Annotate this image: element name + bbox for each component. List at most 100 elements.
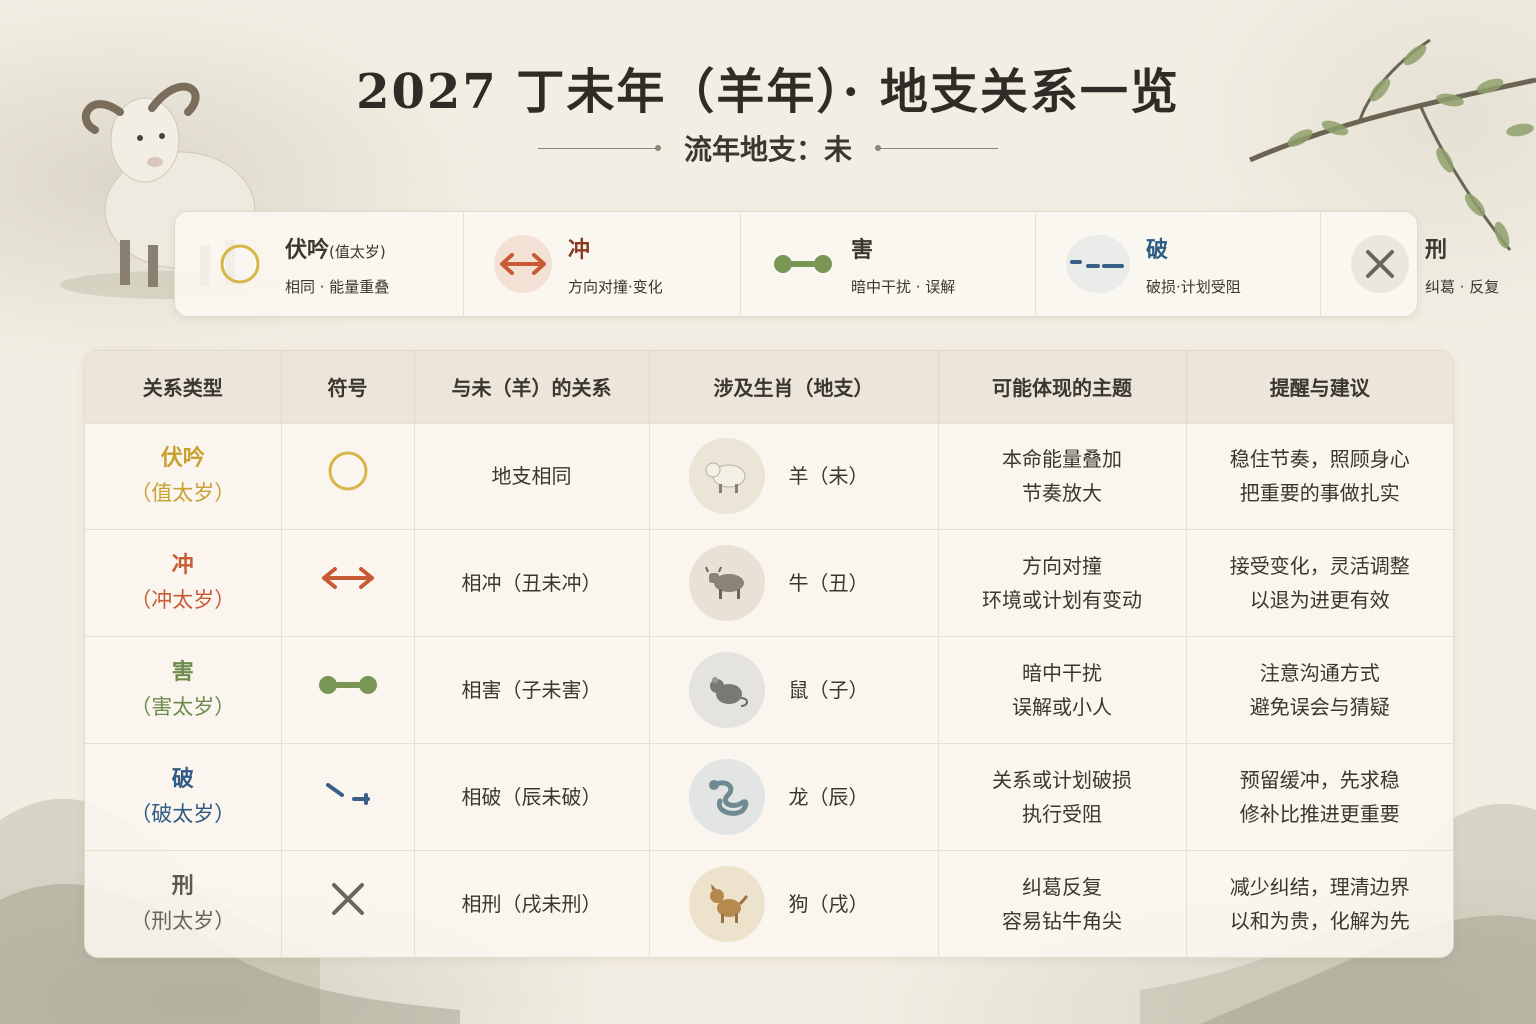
theme-line: 环境或计划有变动: [982, 588, 1142, 613]
dumbbell-icon: [771, 235, 835, 293]
advice-cell: 预留缓冲，先求稳 修补比推进更重要: [1186, 742, 1453, 851]
type-sub: （破太岁）: [130, 801, 236, 826]
advice-line: 预留缓冲，先求稳: [1239, 767, 1400, 792]
zodiac-label: 狗（戌）: [788, 891, 869, 916]
symbol-cell: [281, 529, 415, 637]
relation-table-card: 关系类型 符号 与未（羊）的关系 涉及生肖（地支） 可能体现的主题 提醒与建议 …: [84, 350, 1454, 958]
theme-cell: 方向对撞 环境或计划有变动: [938, 529, 1187, 637]
theme-line: 关系或计划破损: [992, 767, 1132, 792]
table-row: 刑 （刑太岁） 相刑（戌未刑） 狗（戌） 纠葛反复 容易钻牛角尖 减少纠结，理清…: [85, 849, 1453, 957]
type-sub: （害太岁）: [130, 694, 236, 719]
advice-line: 接受变化，灵活调整: [1229, 554, 1410, 579]
theme-cell: 纠葛反复 容易钻牛角尖: [938, 849, 1187, 957]
theme-line: 容易钻牛角尖: [1002, 908, 1122, 933]
theme-line: 纠葛反复: [1022, 874, 1102, 899]
symbol-cell: [281, 422, 415, 530]
legend-desc: 纠葛 · 反复: [1425, 277, 1500, 296]
theme-line: 暗中干扰: [1022, 660, 1102, 685]
zodiac-cell: 羊（未）: [649, 422, 939, 530]
symbol-cell: [281, 636, 415, 744]
column-header: 提醒与建议: [1269, 376, 1370, 401]
cross-icon: [1351, 235, 1409, 293]
sheep-icon: [688, 438, 765, 515]
relation-table: 关系类型 符号 与未（羊）的关系 涉及生肖（地支） 可能体现的主题 提醒与建议 …: [85, 351, 1453, 957]
theme-line: 误解或小人: [1012, 694, 1112, 719]
column-header: 可能体现的主题: [938, 351, 1187, 423]
advice-line: 以和为贵，化解为先: [1229, 908, 1410, 933]
legend-item-xing: 刑 纠葛 · 反复: [1320, 212, 1499, 316]
relation-cell: 地支相同: [414, 422, 650, 530]
circle-icon: [328, 451, 367, 491]
zodiac-label: 鼠（子）: [788, 677, 869, 702]
broken-line-icon: [325, 782, 370, 805]
double-arrow-icon: [494, 235, 552, 293]
advice-line: 减少纠结，理清边界: [1229, 874, 1410, 899]
theme-cell: 暗中干扰 误解或小人: [938, 636, 1187, 744]
legend-name: 破: [1146, 237, 1169, 263]
advice-cell: 稳住节奏，照顾身心 把重要的事做扎实: [1186, 422, 1453, 530]
cross-icon: [331, 882, 364, 915]
advice-line: 以退为进更有效: [1249, 588, 1390, 613]
theme-cell: 本命能量叠加 节奏放大: [938, 422, 1187, 530]
advice-line: 修补比推进更重要: [1239, 801, 1400, 826]
advice-line: 避免误会与猜疑: [1249, 694, 1390, 719]
type-name: 伏吟: [160, 446, 205, 472]
double-arrow-icon: [321, 567, 374, 590]
legend-item-chong: 冲 方向对撞·变化: [463, 212, 740, 316]
ox-icon: [688, 545, 765, 622]
zodiac-cell: 狗（戌）: [649, 849, 939, 957]
type-cell: 伏吟 （值太岁）: [85, 422, 282, 530]
subtitle-row: 流年地支：未: [0, 128, 1536, 168]
column-header: 涉及生肖（地支）: [649, 351, 939, 423]
theme-cell: 关系或计划破损 执行受阻: [938, 742, 1187, 851]
circle-icon: [211, 235, 269, 293]
type-sub: （冲太岁）: [130, 588, 236, 613]
legend-name: 刑: [1425, 237, 1448, 263]
relation-cell: 相冲（丑未冲）: [414, 529, 650, 637]
legend-item-fuyin: 伏吟(值太岁) 相同 · 能量重叠: [175, 212, 463, 316]
zodiac-cell: 龙（辰）: [649, 742, 939, 851]
legend-name: 害: [851, 237, 874, 263]
legend-desc: 方向对撞·变化: [568, 277, 663, 296]
legend-desc: 相同 · 能量重叠: [285, 277, 390, 296]
table-row: 伏吟 （值太岁） 地支相同 羊（未） 本命能量叠加 节奏放大 稳住节奏，照顾身心…: [85, 422, 1453, 530]
type-sub: （值太岁）: [130, 481, 236, 506]
zodiac-label: 牛（丑）: [788, 571, 869, 596]
legend-panel: 伏吟(值太岁) 相同 · 能量重叠 冲 方向对撞·变化 害 暗中干扰 · 误解 …: [174, 211, 1499, 317]
theme-line: 节奏放大: [1022, 481, 1102, 506]
rat-icon: [688, 651, 765, 728]
dragon-icon: [688, 758, 765, 835]
legend-desc: 破损·计划受阻: [1146, 277, 1241, 296]
column-header: 关系类型: [85, 351, 282, 423]
legend-name: 冲: [568, 237, 591, 263]
zodiac-cell: 鼠（子）: [649, 636, 939, 744]
advice-line: 把重要的事做扎实: [1239, 481, 1400, 506]
theme-line: 执行受阻: [1022, 801, 1102, 826]
type-name: 刑: [171, 873, 194, 899]
column-header: 符号: [281, 351, 415, 423]
page-title: 2027 丁未年（羊年）· 地支关系一览: [356, 64, 1180, 120]
symbol-cell: [281, 849, 415, 957]
legend-desc: 暗中干扰 · 误解: [851, 277, 956, 296]
divider-left: [537, 144, 661, 151]
zodiac-label: 羊（未）: [788, 464, 869, 489]
type-name: 破: [171, 766, 194, 792]
dog-icon: [688, 865, 765, 942]
advice-cell: 注意沟通方式 避免误会与猜疑: [1186, 636, 1453, 744]
table-row: 破 （破太岁） 相破（辰未破） 龙（辰） 关系或计划破损 执行受阻 预留缓冲，先…: [85, 742, 1453, 851]
relation-cell: 相破（辰未破）: [414, 742, 650, 851]
table-header-row: 关系类型 符号 与未（羊）的关系 涉及生肖（地支） 可能体现的主题 提醒与建议: [85, 351, 1453, 423]
relation-cell: 相刑（戌未刑）: [414, 849, 650, 957]
legend-item-po: 破 破损·计划受阻: [1035, 212, 1320, 316]
legend-item-hai: 害 暗中干扰 · 误解: [740, 212, 1035, 316]
table-row: 害 （害太岁） 相害（子未害） 鼠（子） 暗中干扰 误解或小人 注意沟通方式 避…: [85, 636, 1453, 744]
advice-cell: 减少纠结，理清边界 以和为贵，化解为先: [1186, 849, 1453, 957]
table-row: 冲 （冲太岁） 相冲（丑未冲） 牛（丑） 方向对撞 环境或计划有变动 接受变化，…: [85, 529, 1453, 637]
zodiac-label: 龙（辰）: [788, 784, 869, 809]
zodiac-cell: 牛（丑）: [649, 529, 939, 637]
symbol-cell: [281, 742, 415, 851]
divider-right: [875, 144, 998, 151]
type-cell: 害 （害太岁）: [85, 636, 282, 744]
broken-line-icon: [1066, 235, 1130, 293]
type-name: 冲: [171, 553, 194, 579]
